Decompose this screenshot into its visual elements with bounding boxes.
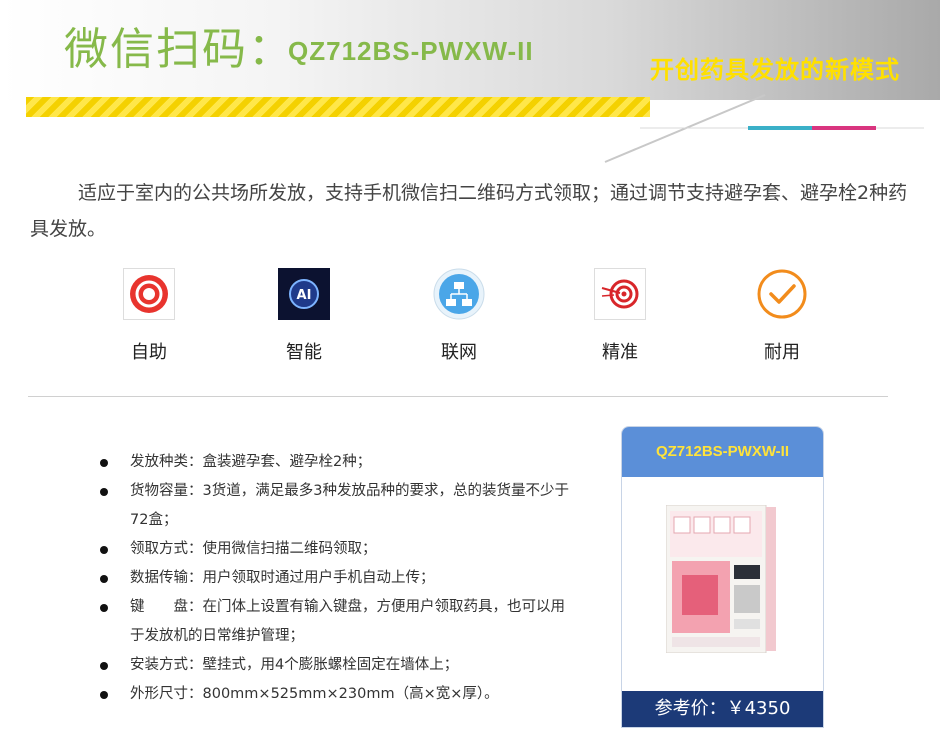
- feature-label: 智能: [286, 342, 322, 363]
- header-decoration-lines: [604, 94, 924, 163]
- feature-precise: 精准: [570, 268, 670, 378]
- feature-smart: AI 智能: [254, 268, 354, 378]
- feature-label: 联网: [441, 342, 477, 363]
- feature-label: 自助: [131, 342, 167, 363]
- feature-network: 联网: [409, 268, 509, 378]
- feature-label: 精准: [602, 342, 638, 363]
- target-icon: [594, 268, 646, 320]
- product-card-model: QZ712BS-PWXW-II: [622, 427, 823, 477]
- product-card: QZ712BS-PWXW-II 参考价：￥4350: [621, 426, 824, 728]
- spec-item: 发放种类：盒装避孕套、避孕栓2种；: [100, 448, 570, 477]
- spec-item: 键 盘：在门体上设置有输入键盘，方便用户领取药具，也可以用于发放机的日常维护管理…: [100, 593, 570, 651]
- spec-item: 安装方式：壁挂式，用4个膨胀螺栓固定在墙体上；: [100, 651, 570, 680]
- spec-item: 外形尺寸：800mm×525mm×230mm（高×宽×厚）。: [100, 680, 570, 709]
- intro-paragraph: 适应于室内的公共场所发放，支持手机微信扫二维码方式领取；通过调节支持避孕套、避孕…: [30, 182, 908, 240]
- checkmark-icon: [757, 269, 807, 319]
- spec-item: 货物容量：3货道，满足最多3种发放品种的要求，总的装货量不少于72盒；: [100, 477, 570, 535]
- spec-item: 领取方式：使用微信扫描二维码领取；: [100, 535, 570, 564]
- feature-label: 耐用: [764, 342, 800, 363]
- ai-chip-icon: AI: [278, 268, 330, 320]
- feature-self-service: 自助: [99, 268, 199, 378]
- feature-durable: 耐用: [732, 268, 832, 378]
- dispenser-machine-image: [666, 505, 776, 653]
- svg-text:AI: AI: [297, 288, 312, 303]
- network-icon: [433, 268, 485, 320]
- spec-item: 数据传输：用户领取时通过用户手机自动上传；: [100, 564, 570, 593]
- stop-button-icon: [123, 268, 175, 320]
- product-price: 参考价：￥4350: [622, 691, 823, 727]
- section-divider: [28, 396, 888, 397]
- spec-list: 发放种类：盒装避孕套、避孕栓2种； 货物容量：3货道，满足最多3种发放品种的要求…: [100, 448, 570, 709]
